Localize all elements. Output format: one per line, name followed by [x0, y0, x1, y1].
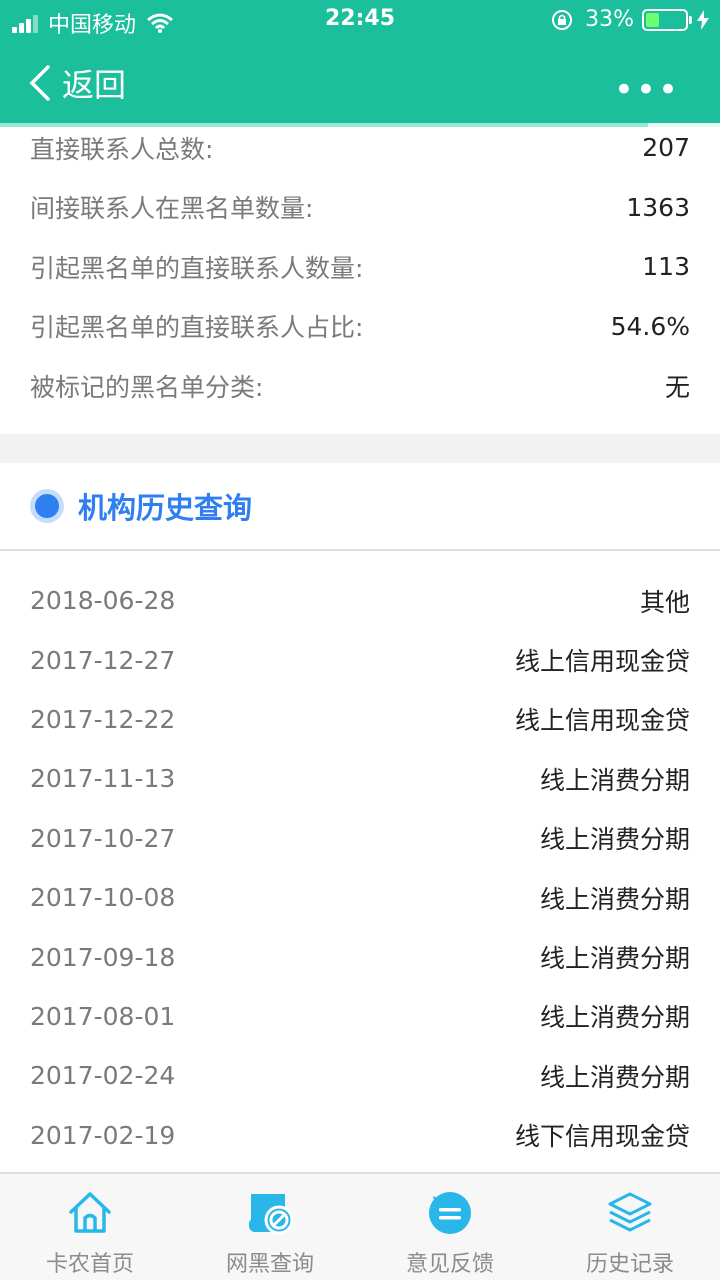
history-type: 线下信用现金贷: [514, 1122, 690, 1152]
more-button[interactable]: •••: [614, 70, 680, 110]
battery-icon: [642, 8, 692, 31]
chevron-left-icon: [29, 65, 50, 101]
battery-percent: 33%: [585, 7, 634, 32]
list-item: 2017-02-19 线下信用现金贷: [0, 1106, 720, 1165]
list-item: 2017-11-13 线上消费分期: [0, 749, 720, 808]
blacklist-query-icon: [249, 1194, 294, 1235]
query-history-list: 2018-06-28 其他 2017-12-27 线上信用现金贷 2017-12-2…: [0, 571, 720, 1165]
history-date: 2017-02-24: [30, 1061, 176, 1091]
history-date: 2018-06-28: [30, 586, 176, 616]
tab-label: 历史记录: [585, 1252, 674, 1277]
section-title: 机构历史查询: [78, 491, 253, 525]
info-label: 引起黑名单的直接联系人数量:: [30, 253, 364, 283]
tab-home[interactable]: 卡农首页: [0, 1174, 180, 1280]
contact-info-list: 直接联系人总数: 207 间接联系人在黑名单数量: 1363 引起黑名单的直接联…: [0, 118, 720, 416]
back-button[interactable]: 返回: [22, 60, 126, 106]
list-item: 2017-10-27 线上消费分期: [0, 809, 720, 868]
history-date: 2017-10-08: [30, 883, 176, 913]
charging-icon: [697, 9, 709, 30]
history-date: 2017-02-19: [30, 1120, 176, 1150]
info-label: 直接联系人总数:: [30, 134, 214, 164]
info-row-blacklist-cause-count: 引起黑名单的直接联系人数量: 113: [0, 237, 720, 297]
info-value: 54.6%: [610, 311, 690, 341]
list-item: 2017-12-22 线上信用现金贷: [0, 690, 720, 749]
home-icon: [69, 1192, 111, 1233]
history-date: 2017-08-01: [30, 1001, 176, 1031]
history-type: 线上信用现金贷: [514, 647, 690, 677]
info-value: 113: [642, 252, 690, 282]
info-label: 间接联系人在黑名单数量:: [30, 194, 314, 224]
tab-history[interactable]: 历史记录: [540, 1174, 720, 1280]
feedback-icon: [429, 1192, 471, 1234]
battery-fill: [646, 12, 659, 27]
section-divider: [0, 434, 720, 463]
history-date: 2017-12-22: [30, 704, 176, 734]
list-item: 2017-12-27 线上信用现金贷: [0, 630, 720, 689]
info-value: 207: [642, 133, 690, 163]
history-type: 线上消费分期: [539, 1062, 690, 1092]
history-type: 线上消费分期: [539, 944, 690, 974]
tab-label: 卡农首页: [45, 1252, 134, 1277]
section-dot-icon: [30, 489, 64, 523]
info-row-blacklist-cause-ratio: 引起黑名单的直接联系人占比: 54.6%: [0, 297, 720, 357]
info-row-blacklist-category: 被标记的黑名单分类: 无: [0, 356, 720, 416]
history-type: 线上消费分期: [539, 765, 690, 795]
history-type: 线上消费分期: [539, 884, 690, 914]
info-row-direct-contacts: 直接联系人总数: 207: [0, 118, 720, 178]
list-item: 2017-09-18 线上消费分期: [0, 927, 720, 986]
history-date: 2017-10-27: [30, 823, 176, 853]
rotation-lock-icon: [552, 9, 573, 30]
tab-blacklist-query[interactable]: 网黑查询: [180, 1174, 360, 1280]
list-item: 2017-02-24 线上消费分期: [0, 1046, 720, 1105]
history-date: 2017-12-27: [30, 645, 176, 675]
status-right: 33%: [551, 7, 710, 32]
info-label: 引起黑名单的直接联系人占比:: [30, 313, 364, 343]
history-layers-icon: [608, 1192, 652, 1232]
history-type: 其他: [639, 587, 690, 617]
history-type: 线上信用现金贷: [514, 706, 690, 736]
list-item: 2017-10-08 线上消费分期: [0, 868, 720, 927]
list-item: 2017-08-01 线上消费分期: [0, 987, 720, 1046]
bottom-tab-bar: 卡农首页 网黑查询 意见反馈 历史记录: [0, 1172, 720, 1280]
back-label: 返回: [62, 66, 127, 104]
info-row-indirect-blacklist: 间接联系人在黑名单数量: 1363: [0, 178, 720, 238]
history-date: 2017-09-18: [30, 942, 176, 972]
section-header: 机构历史查询: [0, 463, 720, 551]
tab-feedback[interactable]: 意见反馈: [360, 1174, 540, 1280]
history-date: 2017-11-13: [30, 764, 176, 794]
tab-label: 网黑查询: [225, 1252, 314, 1277]
status-bar: 中国移动 22:45 33%: [0, 0, 720, 40]
info-value: 1363: [626, 192, 690, 222]
info-label: 被标记的黑名单分类:: [30, 372, 264, 402]
nav-bar: 返回 •••: [0, 40, 720, 123]
info-value: 无: [664, 372, 690, 402]
history-type: 线上消费分期: [539, 1003, 690, 1033]
list-item: 2018-06-28 其他: [0, 571, 720, 630]
history-type: 线上消费分期: [539, 825, 690, 855]
tab-label: 意见反馈: [405, 1252, 494, 1277]
